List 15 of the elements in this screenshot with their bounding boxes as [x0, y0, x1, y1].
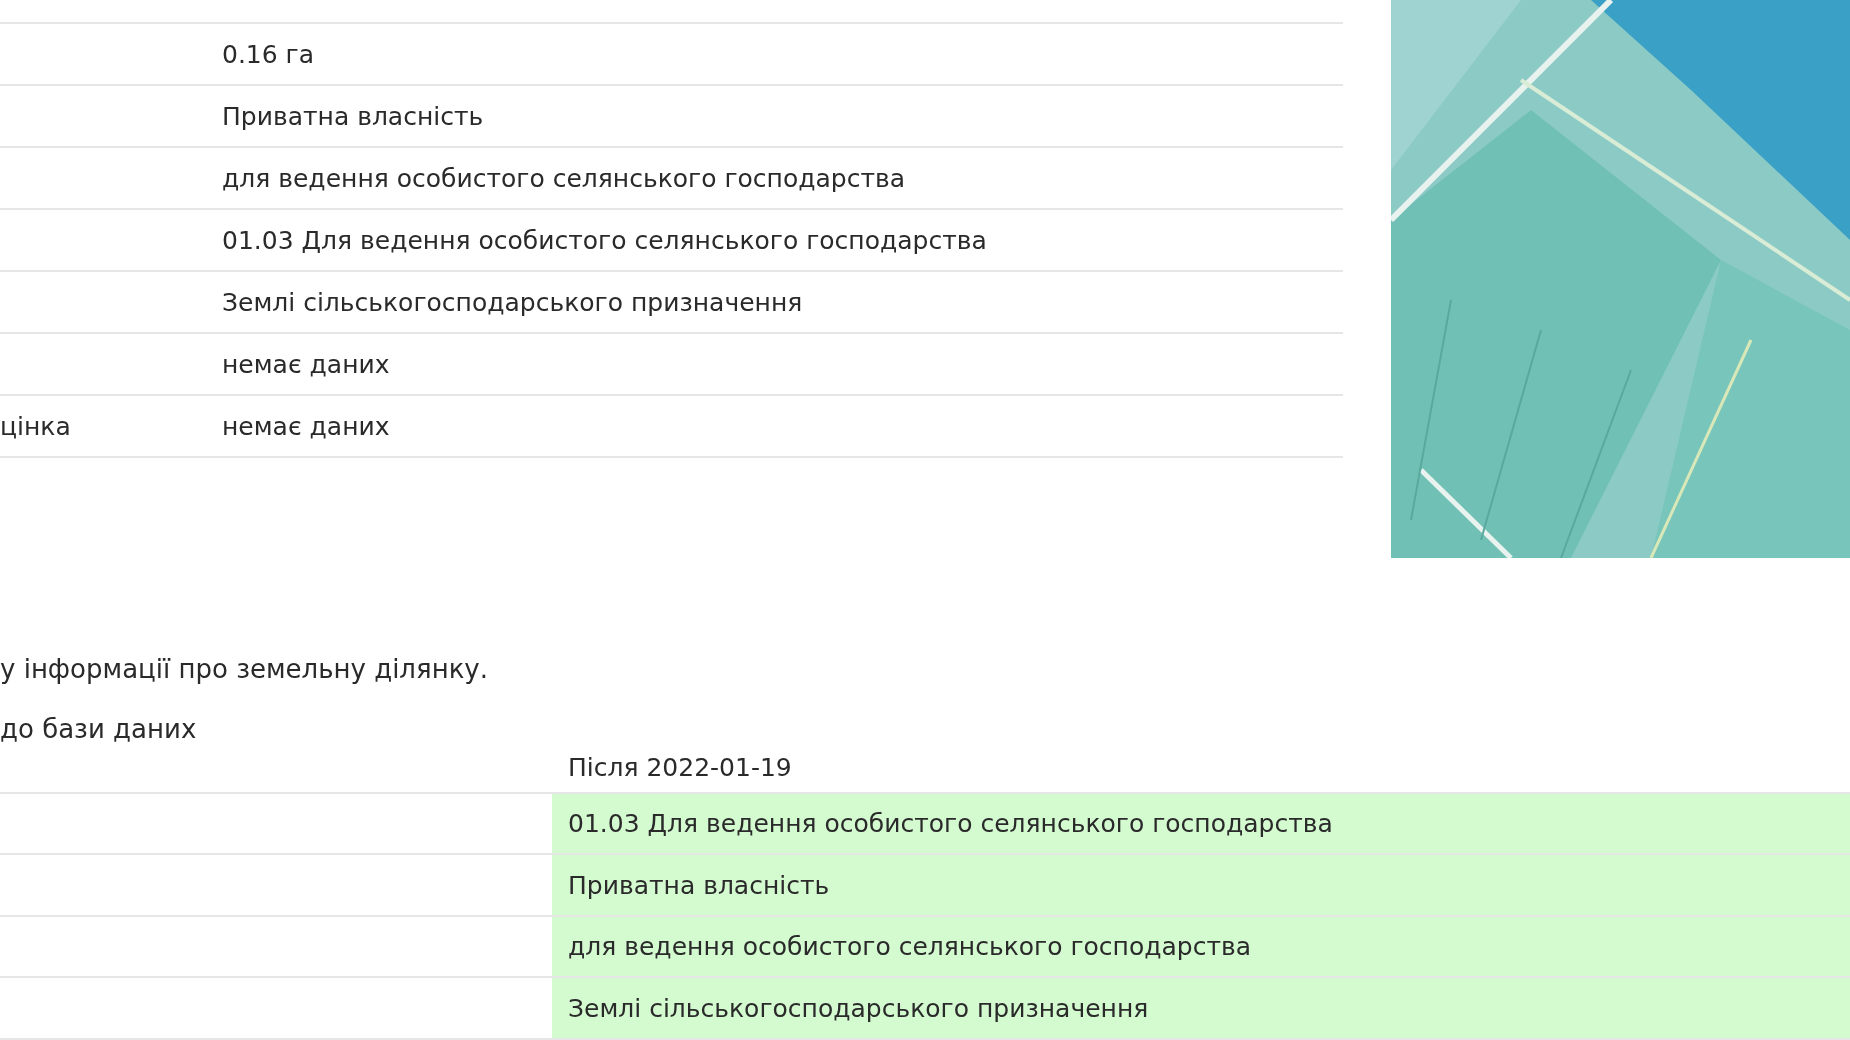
row-value: Землі сільськогосподарського призначення: [222, 287, 804, 317]
changed-value-cell: 01.03 Для ведення особистого селянського господарства: [552, 793, 1850, 854]
row-value: немає даних: [222, 411, 391, 441]
section-title: до бази даних: [0, 714, 198, 744]
changed-value-cell: Приватна власність: [552, 855, 1850, 915]
column-header: Після 2022-01-19: [567, 753, 793, 783]
row-value: 0.16 га: [222, 39, 316, 69]
row-value: для ведення особистого селянського господарства: [222, 163, 907, 193]
changed-value-cell: Землі сільськогосподарського призначення: [552, 978, 1850, 1038]
row-value: 01.03 Для ведення особистого селянського господарства: [222, 225, 988, 255]
notice-text: у інформації про земельну ділянку.: [0, 654, 489, 684]
row-value: немає даних: [222, 349, 391, 379]
row-label: цінка: [0, 411, 72, 441]
row-value: Приватна власність: [222, 101, 485, 131]
changed-value-cell: для ведення особистого селянського господарства: [552, 916, 1850, 977]
